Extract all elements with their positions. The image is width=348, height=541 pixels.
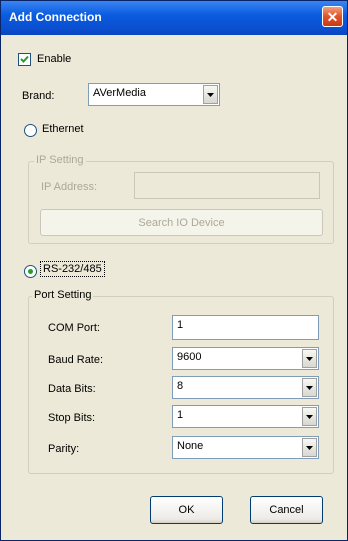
baud-rate-label: Baud Rate: (48, 354, 104, 366)
search-io-device-label: Search IO Device (138, 216, 225, 229)
rs232-radio[interactable] (24, 265, 37, 278)
chevron-down-icon (306, 356, 313, 361)
com-port-label: COM Port: (48, 322, 100, 334)
stop-bits-dropdown-arrow[interactable] (302, 407, 317, 426)
close-button[interactable]: ✕ (322, 6, 343, 27)
enable-label[interactable]: Enable (37, 53, 71, 65)
chevron-down-icon (306, 385, 313, 390)
data-bits-label: Data Bits: (48, 383, 96, 395)
rs232-label[interactable]: RS-232/485 (40, 261, 105, 277)
search-io-device-button[interactable]: Search IO Device (40, 209, 323, 236)
ethernet-label[interactable]: Ethernet (42, 123, 84, 135)
add-connection-dialog: Add Connection ✕ Enable Brand: AVerMedia… (0, 0, 348, 541)
ok-button[interactable]: OK (150, 496, 223, 524)
dialog-title: Add Connection (9, 10, 102, 24)
data-bits-value: 8 (177, 380, 184, 392)
brand-select-value: AVerMedia (93, 87, 146, 99)
parity-value: None (177, 440, 204, 452)
brand-select[interactable]: AVerMedia (88, 83, 220, 106)
data-bits-dropdown-arrow[interactable] (302, 378, 317, 397)
stop-bits-select[interactable]: 1 (172, 405, 319, 428)
com-port-input[interactable]: 1 (172, 315, 319, 340)
baud-rate-select[interactable]: 9600 (172, 347, 319, 370)
ethernet-radio[interactable] (24, 124, 37, 137)
baud-rate-dropdown-arrow[interactable] (302, 349, 317, 368)
brand-label: Brand: (22, 90, 55, 102)
ok-button-label: OK (178, 504, 195, 516)
parity-dropdown-arrow[interactable] (302, 438, 317, 457)
ip-address-input[interactable] (134, 172, 320, 199)
stop-bits-value: 1 (177, 409, 184, 421)
cancel-button-label: Cancel (269, 504, 304, 516)
data-bits-select[interactable]: 8 (172, 376, 319, 399)
brand-dropdown-arrow[interactable] (203, 85, 218, 104)
ip-setting-legend: IP Setting (34, 154, 86, 166)
cancel-button[interactable]: Cancel (250, 496, 323, 524)
radio-selected-dot (28, 269, 33, 274)
close-icon: ✕ (326, 8, 339, 25)
chevron-down-icon (306, 445, 313, 450)
chevron-down-icon (306, 414, 313, 419)
chevron-down-icon (207, 92, 214, 97)
checkmark-icon (20, 55, 29, 63)
ip-address-label: IP Address: (41, 181, 98, 193)
enable-checkbox[interactable] (18, 53, 31, 66)
parity-label: Parity: (48, 443, 80, 455)
com-port-value: 1 (177, 319, 184, 331)
parity-select[interactable]: None (172, 436, 319, 459)
stop-bits-label: Stop Bits: (48, 412, 96, 424)
port-setting-legend: Port Setting (32, 289, 94, 301)
baud-rate-value: 9600 (177, 351, 202, 363)
title-bar[interactable]: Add Connection ✕ (1, 1, 347, 35)
